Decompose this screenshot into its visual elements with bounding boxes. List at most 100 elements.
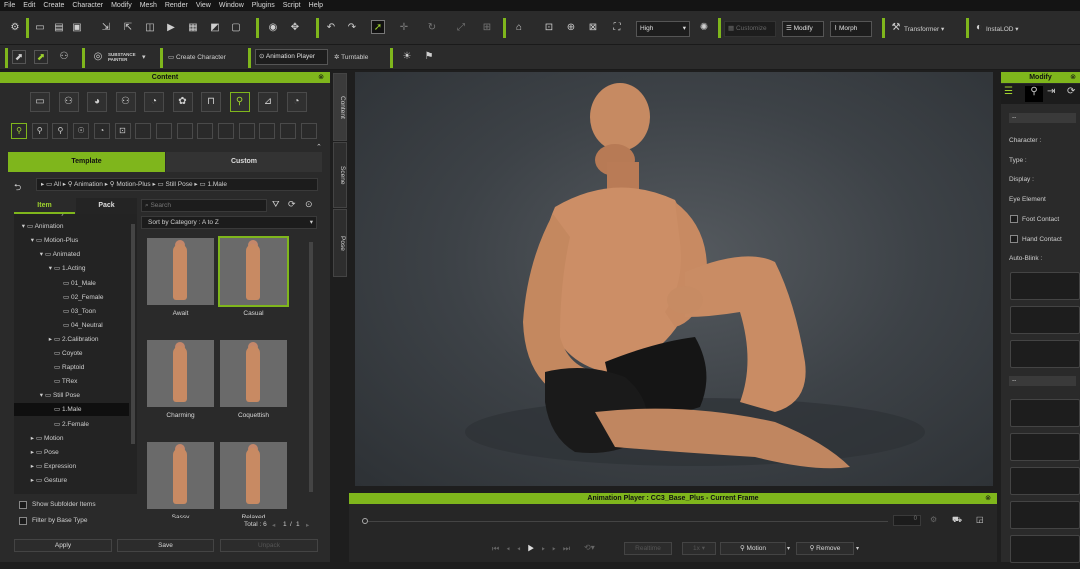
undo-icon[interactable]: ↶: [324, 21, 338, 35]
empty-slot[interactable]: [155, 123, 172, 139]
create-character-button[interactable]: ▭ Create Character: [168, 53, 226, 61]
render-icon[interactable]: ◫: [143, 21, 157, 35]
subcategory-icon[interactable]: ⊡: [114, 123, 131, 139]
snap-icon[interactable]: ⊞: [480, 21, 494, 35]
last-frame-icon[interactable]: ⏭: [563, 544, 577, 553]
modify-slot[interactable]: [1010, 340, 1080, 368]
open-folder-icon[interactable]: ▤: [52, 21, 66, 35]
tree-item[interactable]: ▸ ▭ Gesture: [14, 474, 129, 487]
modify-section-header[interactable]: --: [1009, 376, 1076, 386]
tree-item[interactable]: ▭ 2.Female: [14, 418, 129, 431]
menu-item[interactable]: Create: [43, 2, 64, 9]
settings-icon[interactable]: ⚙: [8, 21, 22, 35]
menu-item[interactable]: Help: [309, 2, 323, 9]
chevron-down-icon[interactable]: ▾: [787, 545, 790, 552]
turntable-button[interactable]: ✲ Turntable: [334, 53, 368, 61]
pose-thumbnail[interactable]: [220, 340, 287, 407]
tree-scrollbar[interactable]: [131, 224, 135, 444]
head-category-icon[interactable]: ◔: [144, 92, 164, 112]
pose-thumbnail[interactable]: [147, 442, 214, 509]
tree-toggle-icon[interactable]: ▾: [14, 248, 45, 261]
next-page-icon[interactable]: ▸: [306, 521, 309, 529]
tree-item[interactable]: ▭ Accessory: [14, 214, 129, 219]
tree-toggle-icon[interactable]: ▾: [14, 220, 27, 233]
empty-slot[interactable]: [280, 123, 297, 139]
rotate-gizmo-icon[interactable]: ↻: [425, 21, 439, 35]
video-icon[interactable]: ▶: [164, 21, 178, 35]
modify-tab-motion-icon[interactable]: ⚲: [1025, 86, 1043, 102]
tree-item[interactable]: ▾ ▭ 1.Acting: [14, 262, 129, 275]
accessory-category-icon[interactable]: ◕: [87, 92, 107, 112]
modify-slot[interactable]: [1010, 272, 1080, 300]
stage-category-icon[interactable]: ⊿: [258, 92, 278, 112]
tree-item[interactable]: ▭ Coyote: [14, 347, 129, 360]
collapse-icon[interactable]: ⌃: [316, 143, 322, 151]
window-icon[interactable]: ▢: [229, 21, 243, 35]
light-icon[interactable]: ✺: [697, 21, 711, 35]
menu-item[interactable]: Modify: [111, 2, 132, 9]
remove-button[interactable]: ⚲ Remove: [796, 542, 854, 555]
empty-slot[interactable]: [135, 123, 152, 139]
menu-item[interactable]: Edit: [23, 2, 35, 9]
menu-item[interactable]: File: [4, 2, 15, 9]
save-button[interactable]: Save: [117, 539, 214, 552]
menu-item[interactable]: Script: [283, 2, 301, 9]
tree-item[interactable]: ▾ ▭ Still Pose: [14, 389, 129, 402]
import-icon[interactable]: ⇲: [99, 21, 113, 35]
morph-button[interactable]: ⌇ Morph: [830, 21, 872, 37]
pose-edit-icon[interactable]: ⬈: [12, 50, 26, 64]
subtab-item[interactable]: Item: [14, 198, 75, 214]
instalod-button[interactable]: InstaLOD ▾: [986, 25, 1019, 33]
modify-slot[interactable]: [1010, 467, 1080, 495]
back-icon[interactable]: ⮌: [14, 180, 21, 196]
hand-contact-checkbox[interactable]: [1010, 235, 1018, 243]
subcategory-icon[interactable]: ◔: [93, 123, 110, 139]
show-subfolder-checkbox[interactable]: [19, 501, 27, 509]
empty-slot[interactable]: [176, 123, 193, 139]
refresh-icon[interactable]: ⟳: [288, 199, 296, 210]
chevron-down-icon[interactable]: ▾: [856, 545, 859, 552]
prev-page-icon[interactable]: ◂: [272, 521, 275, 529]
side-tab-pose[interactable]: Pose: [333, 209, 347, 277]
prev-frame-icon[interactable]: ◂◂: [506, 544, 527, 553]
tree-item[interactable]: ▭ 03_Toon: [14, 305, 129, 318]
substance-icon[interactable]: ◎: [91, 50, 105, 64]
menu-item[interactable]: Plugins: [252, 2, 275, 9]
breadcrumb-item[interactable]: Still Pose: [166, 181, 193, 188]
motion-edit-icon[interactable]: ⬈: [34, 50, 48, 64]
empty-slot[interactable]: [197, 123, 214, 139]
unpack-button[interactable]: Unpack: [220, 539, 318, 552]
pose-thumbnail[interactable]: [220, 442, 287, 509]
tree-item[interactable]: ▾ ▭ Animation: [14, 220, 129, 233]
empty-slot[interactable]: [218, 123, 234, 139]
tree-item[interactable]: ▸ ▭ 2.Calibration: [14, 333, 129, 346]
transformer-icon[interactable]: ⚒: [889, 21, 903, 35]
scale-gizmo-icon[interactable]: ⤢: [454, 21, 468, 35]
modify-tab-more-icon[interactable]: ⟳: [1067, 86, 1075, 97]
first-frame-icon[interactable]: ⏮: [492, 544, 506, 553]
lighting-icon[interactable]: ☀: [400, 50, 414, 64]
tree-item[interactable]: ▾ ▭ Animated: [14, 248, 129, 261]
sphere-icon[interactable]: ◉: [266, 21, 280, 35]
folder-category-icon[interactable]: ▭: [30, 92, 50, 112]
home-view-icon[interactable]: ⌂: [512, 21, 526, 35]
menu-item[interactable]: Mesh: [140, 2, 157, 9]
3d-viewport[interactable]: [355, 72, 993, 486]
modify-slot[interactable]: [1010, 535, 1080, 563]
close-icon[interactable]: ⊗: [318, 72, 324, 83]
menu-item[interactable]: Window: [219, 2, 244, 9]
zoom-view-icon[interactable]: ⊕: [564, 21, 578, 35]
transport-controls[interactable]: ⏮◂◂▶▸▸⏭: [492, 544, 577, 554]
side-tab-content[interactable]: Content: [333, 73, 347, 141]
loop-icon[interactable]: ⟲▾: [584, 543, 595, 552]
chevron-down-icon[interactable]: ▾: [142, 53, 146, 61]
tree-item[interactable]: ▸ ▭ Pose: [14, 446, 129, 459]
next-frame-icon[interactable]: ▸▸: [542, 544, 563, 553]
hair-category-icon[interactable]: ⚇: [115, 92, 136, 112]
pose-thumbnail[interactable]: [147, 238, 214, 305]
modify-tab-attributes-icon[interactable]: ☰: [1004, 86, 1013, 97]
move-gizmo-icon[interactable]: ✛: [397, 21, 411, 35]
expand-icon[interactable]: ⊙: [305, 199, 313, 210]
empty-slot[interactable]: [300, 123, 317, 139]
window-icon[interactable]: ◲: [976, 515, 984, 524]
